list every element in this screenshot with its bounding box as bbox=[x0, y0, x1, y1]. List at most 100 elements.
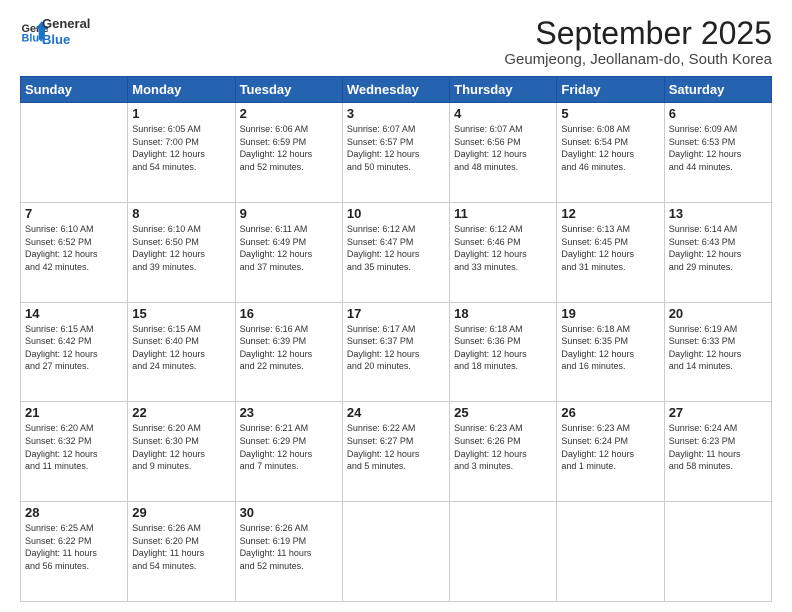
table-row: 12 Sunrise: 6:13 AM Sunset: 6:45 PM Dayli… bbox=[557, 202, 664, 302]
day-number: 16 bbox=[240, 306, 338, 321]
day-number: 22 bbox=[132, 405, 230, 420]
day-info: Sunrise: 6:09 AM Sunset: 6:53 PM Dayligh… bbox=[669, 123, 767, 173]
table-row: 28Sunrise: 6:25 AM Sunset: 6:22 PM Dayli… bbox=[21, 502, 128, 602]
day-number: 7 bbox=[25, 206, 123, 221]
day-info: Sunrise: 6:05 AM Sunset: 7:00 PM Dayligh… bbox=[132, 123, 230, 173]
day-info: Sunrise: 6:10 AM Sunset: 6:52 PM Dayligh… bbox=[25, 223, 123, 273]
calendar-week-1: 1 Sunrise: 6:05 AM Sunset: 7:00 PM Daylig… bbox=[21, 103, 772, 203]
day-info: Sunrise: 6:18 AM Sunset: 6:36 PM Dayligh… bbox=[454, 323, 552, 373]
day-info: Sunrise: 6:15 AM Sunset: 6:42 PM Dayligh… bbox=[25, 323, 123, 373]
table-row: 23 Sunrise: 6:21 AM Sunset: 6:29 PM Dayli… bbox=[235, 402, 342, 502]
location-subtitle: Geumjeong, Jeollanam-do, South Korea bbox=[504, 51, 772, 68]
day-number: 26 bbox=[561, 405, 659, 420]
table-row: 14 Sunrise: 6:15 AM Sunset: 6:42 PM Dayli… bbox=[21, 302, 128, 402]
day-info: Sunrise: 6:19 AM Sunset: 6:33 PM Dayligh… bbox=[669, 323, 767, 373]
table-row: 2 Sunrise: 6:06 AM Sunset: 6:59 PM Daylig… bbox=[235, 103, 342, 203]
table-row: 8 Sunrise: 6:10 AM Sunset: 6:50 PM Daylig… bbox=[128, 202, 235, 302]
day-info: Sunrise: 6:15 AM Sunset: 6:40 PM Dayligh… bbox=[132, 323, 230, 373]
day-number: 10 bbox=[347, 206, 445, 221]
day-info: Sunrise: 6:12 AM Sunset: 6:46 PM Dayligh… bbox=[454, 223, 552, 273]
table-row: 17 Sunrise: 6:17 AM Sunset: 6:37 PM Dayli… bbox=[342, 302, 449, 402]
day-info: Sunrise: 6:13 AM Sunset: 6:45 PM Dayligh… bbox=[561, 223, 659, 273]
day-number: 3 bbox=[347, 106, 445, 121]
day-number: 18 bbox=[454, 306, 552, 321]
day-number: 14 bbox=[25, 306, 123, 321]
table-row: 27Sunrise: 6:24 AM Sunset: 6:23 PM Dayli… bbox=[664, 402, 771, 502]
table-row: 13 Sunrise: 6:14 AM Sunset: 6:43 PM Dayli… bbox=[664, 202, 771, 302]
table-row: 25 Sunrise: 6:23 AM Sunset: 6:26 PM Dayli… bbox=[450, 402, 557, 502]
col-friday: Friday bbox=[557, 77, 664, 103]
day-number: 5 bbox=[561, 106, 659, 121]
day-number: 4 bbox=[454, 106, 552, 121]
day-number: 11 bbox=[454, 206, 552, 221]
day-info: Sunrise: 6:26 AM Sunset: 6:20 PM Dayligh… bbox=[132, 522, 230, 572]
day-number: 23 bbox=[240, 405, 338, 420]
table-row: 21 Sunrise: 6:20 AM Sunset: 6:32 PM Dayli… bbox=[21, 402, 128, 502]
table-row bbox=[450, 502, 557, 602]
table-row: 26 Sunrise: 6:23 AM Sunset: 6:24 PM Dayli… bbox=[557, 402, 664, 502]
day-number: 8 bbox=[132, 206, 230, 221]
day-info: Sunrise: 6:10 AM Sunset: 6:50 PM Dayligh… bbox=[132, 223, 230, 273]
logo-line1: General bbox=[42, 16, 90, 32]
table-row: 11 Sunrise: 6:12 AM Sunset: 6:46 PM Dayli… bbox=[450, 202, 557, 302]
day-number: 27 bbox=[669, 405, 767, 420]
day-info: Sunrise: 6:12 AM Sunset: 6:47 PM Dayligh… bbox=[347, 223, 445, 273]
calendar-week-3: 14 Sunrise: 6:15 AM Sunset: 6:42 PM Dayli… bbox=[21, 302, 772, 402]
table-row: 30Sunrise: 6:26 AM Sunset: 6:19 PM Dayli… bbox=[235, 502, 342, 602]
day-number: 12 bbox=[561, 206, 659, 221]
table-row: 10 Sunrise: 6:12 AM Sunset: 6:47 PM Dayli… bbox=[342, 202, 449, 302]
table-row: 22 Sunrise: 6:20 AM Sunset: 6:30 PM Dayli… bbox=[128, 402, 235, 502]
calendar-header-row: Sunday Monday Tuesday Wednesday Thursday… bbox=[21, 77, 772, 103]
table-row: 9 Sunrise: 6:11 AM Sunset: 6:49 PM Daylig… bbox=[235, 202, 342, 302]
day-info: Sunrise: 6:08 AM Sunset: 6:54 PM Dayligh… bbox=[561, 123, 659, 173]
calendar-week-4: 21 Sunrise: 6:20 AM Sunset: 6:32 PM Dayli… bbox=[21, 402, 772, 502]
month-title: September 2025 bbox=[504, 16, 772, 51]
calendar-table: Sunday Monday Tuesday Wednesday Thursday… bbox=[20, 76, 772, 602]
day-info: Sunrise: 6:25 AM Sunset: 6:22 PM Dayligh… bbox=[25, 522, 123, 572]
page-header: General Blue General Blue September 2025… bbox=[20, 16, 772, 68]
table-row: 5 Sunrise: 6:08 AM Sunset: 6:54 PM Daylig… bbox=[557, 103, 664, 203]
table-row bbox=[342, 502, 449, 602]
table-row: 1 Sunrise: 6:05 AM Sunset: 7:00 PM Daylig… bbox=[128, 103, 235, 203]
col-saturday: Saturday bbox=[664, 77, 771, 103]
table-row: 4Sunrise: 6:07 AM Sunset: 6:56 PM Daylig… bbox=[450, 103, 557, 203]
day-info: Sunrise: 6:17 AM Sunset: 6:37 PM Dayligh… bbox=[347, 323, 445, 373]
col-monday: Monday bbox=[128, 77, 235, 103]
day-number: 29 bbox=[132, 505, 230, 520]
day-number: 1 bbox=[132, 106, 230, 121]
day-number: 25 bbox=[454, 405, 552, 420]
col-thursday: Thursday bbox=[450, 77, 557, 103]
table-row: 20 Sunrise: 6:19 AM Sunset: 6:33 PM Dayli… bbox=[664, 302, 771, 402]
day-info: Sunrise: 6:18 AM Sunset: 6:35 PM Dayligh… bbox=[561, 323, 659, 373]
day-info: Sunrise: 6:23 AM Sunset: 6:26 PM Dayligh… bbox=[454, 422, 552, 472]
day-info: Sunrise: 6:20 AM Sunset: 6:30 PM Dayligh… bbox=[132, 422, 230, 472]
logo-line2: Blue bbox=[42, 32, 90, 48]
day-number: 20 bbox=[669, 306, 767, 321]
day-info: Sunrise: 6:16 AM Sunset: 6:39 PM Dayligh… bbox=[240, 323, 338, 373]
table-row bbox=[21, 103, 128, 203]
day-info: Sunrise: 6:20 AM Sunset: 6:32 PM Dayligh… bbox=[25, 422, 123, 472]
table-row bbox=[557, 502, 664, 602]
day-number: 2 bbox=[240, 106, 338, 121]
day-info: Sunrise: 6:11 AM Sunset: 6:49 PM Dayligh… bbox=[240, 223, 338, 273]
day-info: Sunrise: 6:21 AM Sunset: 6:29 PM Dayligh… bbox=[240, 422, 338, 472]
day-number: 13 bbox=[669, 206, 767, 221]
table-row: 7 Sunrise: 6:10 AM Sunset: 6:52 PM Daylig… bbox=[21, 202, 128, 302]
table-row: 15 Sunrise: 6:15 AM Sunset: 6:40 PM Dayli… bbox=[128, 302, 235, 402]
title-block: September 2025 Geumjeong, Jeollanam-do, … bbox=[504, 16, 772, 68]
table-row bbox=[664, 502, 771, 602]
table-row: 19Sunrise: 6:18 AM Sunset: 6:35 PM Dayli… bbox=[557, 302, 664, 402]
day-number: 17 bbox=[347, 306, 445, 321]
col-wednesday: Wednesday bbox=[342, 77, 449, 103]
table-row: 29 Sunrise: 6:26 AM Sunset: 6:20 PM Dayli… bbox=[128, 502, 235, 602]
day-number: 21 bbox=[25, 405, 123, 420]
day-info: Sunrise: 6:14 AM Sunset: 6:43 PM Dayligh… bbox=[669, 223, 767, 273]
table-row: 6Sunrise: 6:09 AM Sunset: 6:53 PM Daylig… bbox=[664, 103, 771, 203]
day-number: 30 bbox=[240, 505, 338, 520]
table-row: 16 Sunrise: 6:16 AM Sunset: 6:39 PM Dayli… bbox=[235, 302, 342, 402]
day-number: 9 bbox=[240, 206, 338, 221]
day-number: 24 bbox=[347, 405, 445, 420]
day-number: 15 bbox=[132, 306, 230, 321]
day-info: Sunrise: 6:06 AM Sunset: 6:59 PM Dayligh… bbox=[240, 123, 338, 173]
day-info: Sunrise: 6:23 AM Sunset: 6:24 PM Dayligh… bbox=[561, 422, 659, 472]
